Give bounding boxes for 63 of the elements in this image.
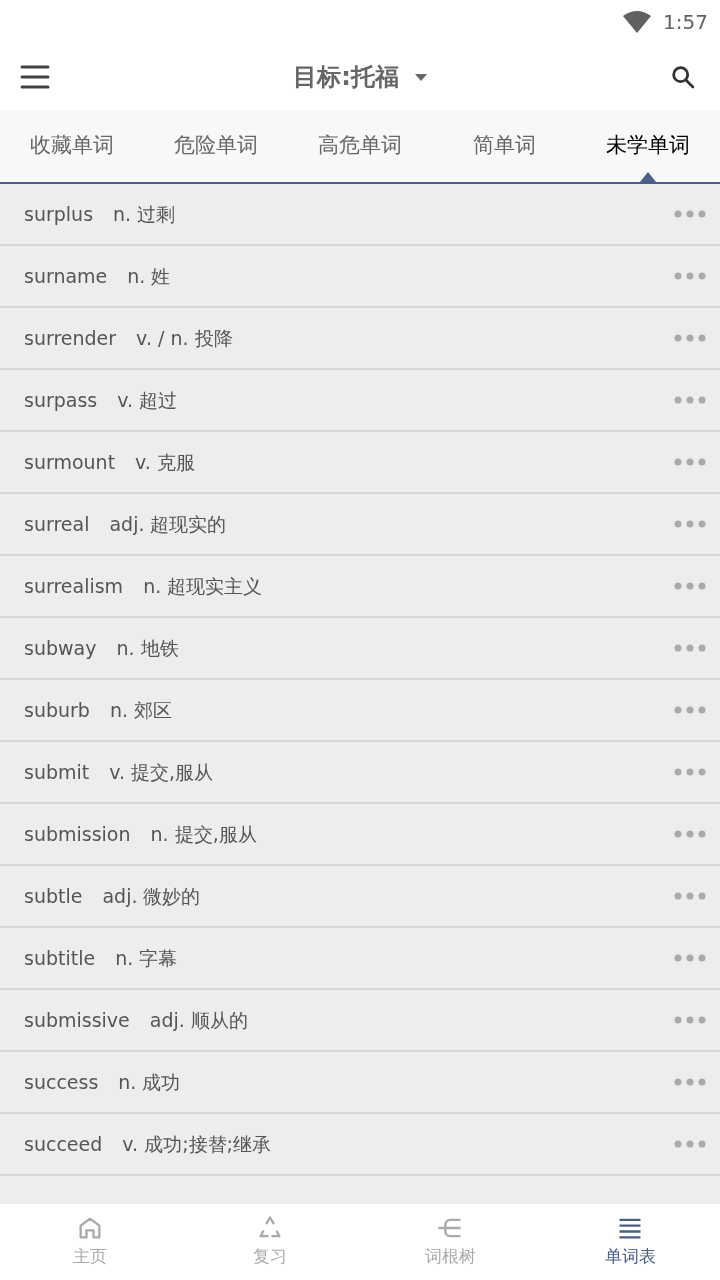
wifi-icon [623, 11, 652, 33]
more-icon[interactable] [674, 210, 706, 218]
more-icon[interactable] [674, 830, 706, 838]
tab[interactable]: 简单词 [432, 110, 576, 182]
more-icon[interactable] [674, 768, 706, 776]
word-text: suburb [24, 697, 90, 723]
more-icon[interactable] [674, 644, 706, 652]
more-icon[interactable] [674, 1078, 706, 1086]
menu-icon [20, 64, 50, 90]
meaning-text: adj. 微妙的 [102, 883, 201, 909]
more-icon[interactable] [674, 582, 706, 590]
nav-label: 单词表 [604, 1245, 656, 1269]
meaning-text: n. 郊区 [109, 697, 173, 723]
word-text: submissive [24, 1007, 130, 1033]
meaning-text: n. 提交,服从 [150, 821, 257, 847]
tab[interactable]: 危险单词 [144, 110, 288, 182]
more-icon[interactable] [674, 1016, 706, 1024]
caret-icon [414, 73, 427, 81]
nav-label: 主页 [73, 1245, 107, 1269]
word-text: succeed [24, 1131, 103, 1157]
word-text: surmount [24, 449, 116, 475]
meaning-text: adj. 超现实的 [109, 511, 227, 537]
more-icon[interactable] [674, 1140, 706, 1148]
word-text: surreal [24, 511, 90, 537]
tab[interactable]: 收藏单词 [0, 110, 144, 182]
word-text: subway [24, 635, 97, 661]
more-icon[interactable] [674, 706, 706, 714]
more-icon[interactable] [674, 396, 706, 404]
tab[interactable]: 高危单词 [288, 110, 432, 182]
meaning-text: n. 超现实主义 [143, 573, 263, 599]
meaning-text: n. 姓 [127, 263, 171, 289]
word-text: submit [24, 759, 90, 785]
word-text: surrender [24, 325, 117, 351]
meaning-text: n. 过剩 [113, 201, 176, 227]
word-text: submission [24, 821, 131, 847]
nav-label: 词根树 [424, 1245, 476, 1269]
meaning-text: adj. 顺从的 [149, 1007, 248, 1033]
meaning-text: v. / n. 投降 [136, 325, 233, 351]
word-text: surpass [24, 387, 98, 413]
meaning-text: n. 成功 [118, 1069, 181, 1095]
meaning-text: v. 克服 [135, 449, 195, 475]
meaning-text: v. 提交,服从 [109, 759, 214, 785]
meaning-text: n. 地铁 [116, 635, 179, 661]
more-icon[interactable] [674, 334, 706, 342]
nav-label: 复习 [253, 1245, 287, 1269]
search-icon [669, 63, 697, 91]
status-time: 1:57 [663, 9, 708, 36]
word-text: surrealism [24, 573, 124, 599]
more-icon[interactable] [674, 272, 706, 280]
word-text: subtitle [24, 945, 96, 971]
more-icon[interactable] [674, 954, 706, 962]
word-text: success [24, 1069, 99, 1095]
meaning-text: v. 超过 [117, 387, 178, 413]
meaning-text: n. 字幕 [115, 945, 178, 971]
word-text: surname [24, 263, 108, 289]
more-icon[interactable] [674, 520, 706, 528]
word-text: surplus [24, 201, 94, 227]
nav-tab[interactable]: 单词表 [540, 1204, 720, 1280]
more-icon[interactable] [674, 458, 706, 466]
meaning-text: v. 成功;接替;继承 [122, 1131, 271, 1157]
title-dropdown[interactable]: 目标:托福 [293, 59, 427, 95]
word-text: subtle [24, 883, 83, 909]
more-icon[interactable] [674, 892, 706, 900]
